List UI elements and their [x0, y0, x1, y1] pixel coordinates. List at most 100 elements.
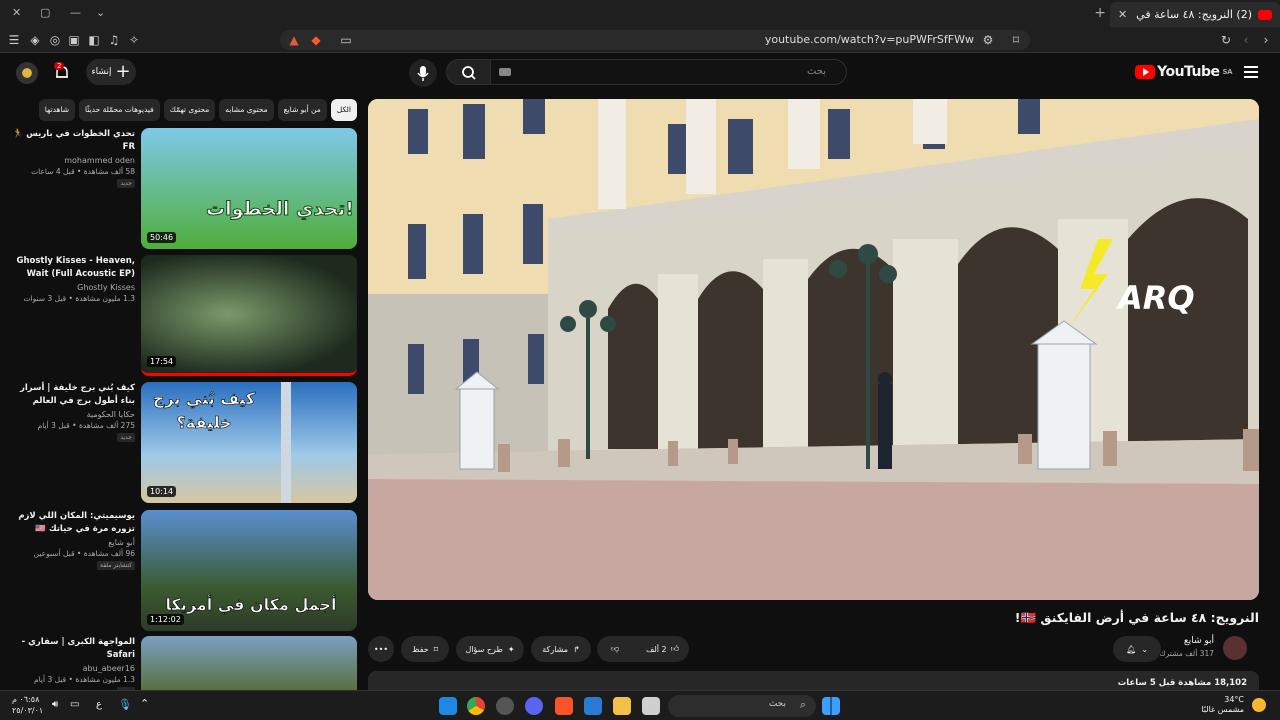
tray-overflow-icon[interactable]: ⌃: [140, 697, 149, 710]
new-tab-button[interactable]: +: [1094, 5, 1106, 21]
mic-tray-icon[interactable]: 🎙︎: [118, 698, 132, 711]
youtube-logo[interactable]: YouTube SA: [1135, 64, 1233, 80]
screenshot-icon[interactable]: ▣: [66, 32, 82, 48]
app-icon-f[interactable]: [439, 697, 457, 715]
url-text: youtube.com/watch?v=puPWFrSfFWw: [764, 33, 974, 46]
new-badge: جديد: [117, 433, 135, 442]
video-thumbnail[interactable]: [141, 636, 357, 690]
app-icon-circle[interactable]: [496, 697, 514, 715]
browser-tab-bar: ✕ ▢ — ⌄ + (2) النرويج: ٤٨ ساعة في أرض ا.…: [0, 0, 1280, 27]
wallet-icon[interactable]: ◎: [47, 32, 63, 48]
browser-tab-active[interactable]: (2) النرويج: ٤٨ ساعة في أرض ا... ✕: [1110, 2, 1280, 27]
system-clock[interactable]: ٠٦:٥٨ م ٢٥/٠٣/٠١: [12, 694, 43, 716]
create-button[interactable]: إنشاء +: [86, 59, 136, 85]
task-view-icon[interactable]: [642, 697, 660, 715]
chip-from-channel[interactable]: من أبو شايع: [277, 99, 327, 121]
chip-all[interactable]: الكل: [330, 99, 357, 121]
brave-icon[interactable]: [555, 697, 573, 715]
region-code: SA: [1222, 68, 1233, 76]
video-thumbnail[interactable]: كيف بُني برج خليفة؟ 10:14: [141, 382, 357, 503]
thumbnail-text: تحدي الخطوات!: [206, 198, 355, 221]
more-actions-button[interactable]: •••: [368, 636, 394, 662]
video-title[interactable]: كيف بُني برج خليفة | أسرار بناء أطول برج…: [12, 382, 135, 408]
keyboard-icon[interactable]: [499, 68, 511, 76]
video-title[interactable]: يوسيميتي: المكان اللي لازم تزوره مرة في …: [12, 510, 135, 536]
windows-start-icon[interactable]: [822, 697, 840, 715]
weather-condition: مشمس غالبًا: [1201, 705, 1244, 714]
video-player[interactable]: ARQ: [368, 99, 1259, 600]
back-icon[interactable]: ›: [1258, 32, 1274, 48]
video-title[interactable]: تحدي الخطوات في باريس 🏃 FR: [12, 128, 135, 154]
channel-name[interactable]: Ghostly Kisses: [12, 283, 135, 292]
video-thumbnail[interactable]: تحدي الخطوات! 50:46: [141, 128, 357, 249]
save-label: حفظ: [412, 644, 429, 654]
bell-icon: 🔔︎: [1126, 644, 1137, 654]
address-bar[interactable]: ▲ ◆ ▭ youtube.com/watch?v=puPWFrSfFWw ⚙ …: [280, 30, 1030, 50]
mic-icon: [417, 66, 429, 81]
close-window-icon[interactable]: ✕: [12, 6, 21, 19]
hamburger-menu-icon[interactable]: [1244, 66, 1258, 78]
chip-for-you[interactable]: محتوى تهمّك: [163, 99, 216, 121]
share-label: مشاركة: [542, 644, 569, 654]
search-input[interactable]: بحث: [490, 59, 847, 85]
account-avatar[interactable]: [16, 62, 38, 84]
voice-search-button[interactable]: [409, 59, 437, 87]
video-title[interactable]: المواجهة الكبرى | سفاري - Safari: [12, 636, 135, 662]
share-button[interactable]: ↱ مشاركة: [531, 636, 591, 662]
like-dislike-group: 👍︎ 2 ألف 👎︎: [597, 636, 689, 662]
store-icon[interactable]: [584, 697, 602, 715]
list-item[interactable]: تحدي الخطوات! 50:46 تحدي الخطوات في باري…: [12, 128, 357, 249]
save-button[interactable]: ⌑ حفظ: [401, 636, 449, 662]
brave-shield-icon[interactable]: ◆: [308, 32, 324, 48]
forward-icon[interactable]: ‹: [1238, 32, 1254, 48]
thumbs-down-icon[interactable]: 👎︎: [611, 644, 619, 654]
battery-icon[interactable]: ▭: [70, 699, 79, 710]
video-thumbnail[interactable]: 17:54: [141, 255, 357, 376]
channel-name[interactable]: أبو شايع: [1184, 636, 1214, 646]
video-thumbnail[interactable]: أجمل مكان في أمريكا 1:12:02: [141, 510, 357, 631]
ask-button[interactable]: ✦ طرح سؤال: [456, 636, 524, 662]
list-item[interactable]: أجمل مكان في أمريكا 1:12:02 يوسيميتي: ال…: [12, 510, 357, 631]
channel-name[interactable]: أبو شايع: [12, 538, 135, 547]
video-title[interactable]: Ghostly Kisses - Heaven, Wait (Full Acou…: [12, 255, 136, 281]
discord-icon[interactable]: [525, 697, 543, 715]
reload-icon[interactable]: ↻: [1218, 32, 1234, 48]
shield-icon[interactable]: ◈: [27, 32, 43, 48]
weather-widget[interactable]: 34°C مشمس غالبًا: [1201, 695, 1244, 715]
related-filter-chips: الكل من أبو شايع محتوى مشابه محتوى تهمّك…: [16, 99, 357, 121]
tab-title: (2) النرويج: ٤٨ ساعة في أرض ا...: [1133, 8, 1252, 21]
menu-icon[interactable]: ☰: [6, 32, 22, 48]
taskbar-search-input[interactable]: بحث ⌕: [668, 695, 816, 717]
file-explorer-icon[interactable]: [613, 697, 631, 715]
channel-name[interactable]: abu_abeer16: [12, 664, 135, 673]
channel-name[interactable]: حكايا الحكومية: [12, 410, 135, 419]
music-icon[interactable]: ♫: [106, 32, 122, 48]
extensions-icon[interactable]: ✧: [126, 32, 142, 48]
sidebar-icon[interactable]: ◧: [86, 32, 102, 48]
volume-icon[interactable]: 🔊︎: [52, 699, 58, 710]
site-settings-icon[interactable]: ⚙: [980, 32, 996, 48]
bookmark-icon[interactable]: ⌑: [1008, 32, 1024, 48]
chip-watched[interactable]: شاهدتها: [38, 99, 76, 121]
close-tab-icon[interactable]: ✕: [1118, 8, 1127, 21]
like-button[interactable]: 👍︎ 2 ألف: [646, 644, 679, 654]
chip-recently-uploaded[interactable]: فيديوهات محمّلة حديثًا: [79, 99, 160, 121]
chip-related[interactable]: محتوى مشابه: [219, 99, 274, 121]
minimize-icon[interactable]: —: [70, 6, 81, 19]
list-item[interactable]: كيف بُني برج خليفة؟ 10:14 كيف بُني برج خ…: [12, 382, 357, 503]
brave-rewards-icon[interactable]: ▲: [286, 32, 302, 48]
cast-icon[interactable]: ▭: [338, 32, 354, 48]
channel-avatar[interactable]: [1223, 636, 1247, 660]
chevron-down-icon[interactable]: ⌄: [96, 6, 105, 19]
channel-name[interactable]: mohammed oden: [12, 156, 135, 165]
duration-badge: 50:46: [147, 232, 177, 243]
list-item[interactable]: المواجهة الكبرى | سفاري - Safari abu_abe…: [12, 636, 357, 696]
video-actions-row: ••• ⌑ حفظ ✦ طرح سؤال ↱ مشاركة 👍︎ 2 ألف 👎…: [368, 636, 1259, 662]
maximize-icon[interactable]: ▢: [40, 6, 50, 19]
subscribe-bell-button[interactable]: ⌄ 🔔︎: [1113, 636, 1161, 662]
youtube-play-icon: [1135, 65, 1156, 79]
language-indicator[interactable]: ع: [96, 699, 102, 710]
chrome-icon[interactable]: [467, 697, 485, 715]
list-item[interactable]: 17:54 Ghostly Kisses - Heaven, Wait (Ful…: [12, 255, 357, 376]
search-button[interactable]: [446, 59, 491, 85]
